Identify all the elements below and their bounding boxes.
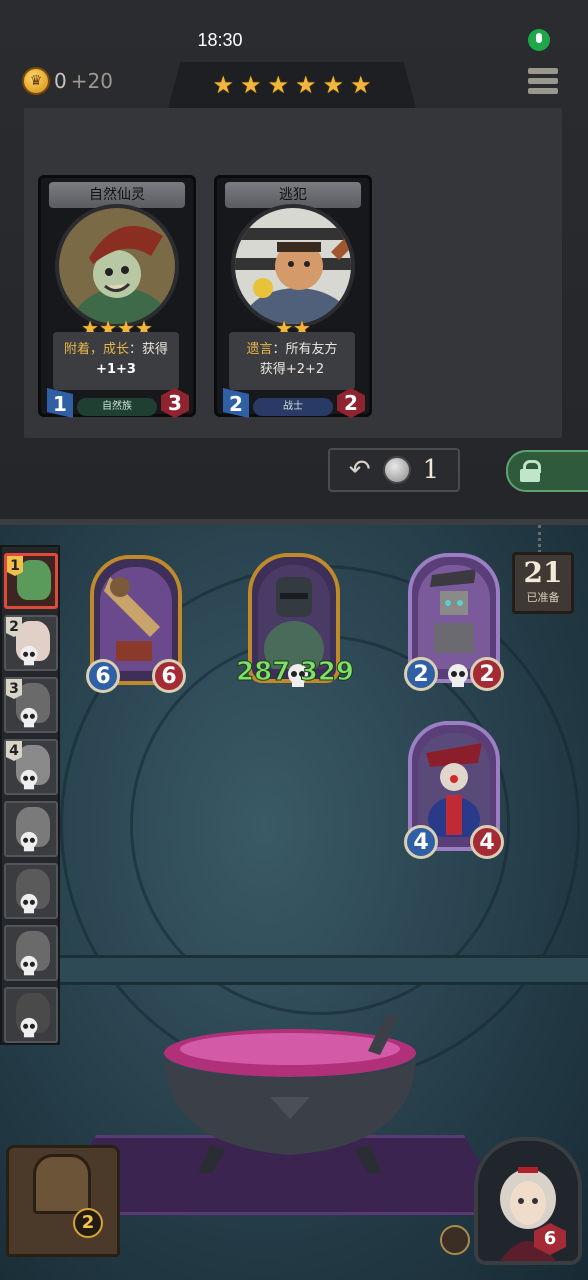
minion-art-clown	[418, 733, 490, 837]
skull-icon	[20, 831, 38, 852]
lineup-slot[interactable]: 2	[4, 615, 58, 671]
card-portrait-fugitive	[231, 204, 355, 328]
battle-board: 1 2 3 4 6 6 287 329 2 2 4 4 21 已准备 2 6	[0, 525, 588, 1280]
lineup-slot[interactable]	[4, 925, 58, 981]
skull-icon	[20, 955, 38, 976]
wall-ledge	[0, 955, 588, 985]
refresh-button[interactable]: ↶ 1	[328, 448, 460, 492]
skull-icon	[20, 893, 38, 914]
board-minion-2[interactable]: 287 329	[235, 553, 355, 688]
menu-icon[interactable]	[528, 68, 558, 96]
skull-icon	[20, 769, 38, 790]
shop-panel: 18:30 ♛ 0 +20 ★ ★ ★ ★ ★ ★ 自然仙灵 ★★★★ 附着，成长：获得 …	[0, 0, 588, 525]
skull-icon	[448, 664, 468, 687]
silver-coin-icon	[382, 456, 411, 484]
minion-art-knight	[258, 565, 330, 669]
card-health: 3	[161, 388, 189, 418]
shop-card-fugitive[interactable]: 逃犯 ★★ 遗言：所有友方 获得+2+2 战士 2 2	[214, 175, 372, 418]
board-minion-1[interactable]: 6 6	[86, 555, 186, 693]
gold-counter: ♛ 0 +20	[22, 66, 113, 96]
card-description: 遗言：所有友方 获得+2+2	[229, 332, 355, 390]
discard-count: 2	[73, 1208, 103, 1238]
lineup-slot[interactable]: 3	[4, 677, 58, 733]
tier-star-icon: ★	[239, 71, 262, 99]
lineup-slot[interactable]: 1	[4, 553, 58, 609]
minion-health: 329	[299, 657, 354, 688]
minion-attack: 287	[235, 657, 291, 688]
minion-lineup-rail: 1 2 3 4	[0, 545, 60, 1045]
gold-crown-icon: ♛	[22, 67, 50, 95]
card-tribe: 自然族	[77, 398, 157, 416]
tier-star-icon: ★	[350, 71, 372, 99]
sign-chain	[538, 525, 546, 553]
lineup-slot-number: 1	[7, 556, 23, 576]
refresh-icon: ↶	[348, 455, 371, 485]
lineup-slot-number: 4	[6, 741, 22, 761]
skull-icon	[20, 645, 38, 666]
refresh-cost: 1	[422, 455, 440, 485]
cauldron	[164, 1015, 416, 1173]
card-health: 2	[337, 388, 365, 418]
lineup-slot[interactable]: 4	[4, 739, 58, 795]
skull-icon	[20, 1017, 38, 1038]
lineup-slot-number: 2	[6, 617, 22, 637]
tier-star-icon: ★	[267, 71, 289, 99]
status-time: 18:30	[197, 30, 243, 50]
tier-star-icon: ★	[212, 71, 234, 99]
tavern-tier-stars: ★ ★ ★ ★ ★ ★	[168, 62, 416, 108]
minion-attack: 2	[404, 657, 438, 691]
lineup-slot-number: 3	[6, 679, 22, 699]
gold-value: 0	[54, 69, 67, 93]
minion-art-rocket	[100, 567, 172, 671]
minion-health: 6	[152, 659, 186, 693]
minion-art-robot	[418, 565, 490, 669]
card-tribe: 战士	[253, 398, 333, 416]
lock-icon	[520, 460, 541, 482]
ready-players-sign: 21 已准备	[512, 552, 574, 614]
mic-indicator-icon	[528, 29, 550, 51]
shop-card-nature-sprite[interactable]: 自然仙灵 ★★★★ 附着，成长：获得 +1+3 自然族 1 3	[38, 175, 196, 418]
skull-icon	[20, 707, 38, 728]
freeze-shop-button[interactable]	[506, 450, 588, 492]
card-description: 附着，成长：获得 +1+3	[53, 332, 179, 390]
lineup-slot[interactable]	[4, 987, 58, 1043]
discard-chest[interactable]: 2	[6, 1145, 120, 1257]
board-minion-3[interactable]: 2 2	[404, 553, 504, 691]
card-portrait-nature-sprite	[55, 204, 179, 328]
minion-health: 2	[470, 657, 504, 691]
minion-attack: 4	[404, 825, 438, 859]
ready-label: 已准备	[526, 591, 560, 604]
minion-health: 4	[470, 825, 504, 859]
lineup-slot[interactable]	[4, 801, 58, 857]
gold-income: +20	[70, 69, 113, 93]
tier-star-icon: ★	[295, 71, 317, 99]
card-attack: 2	[223, 388, 249, 418]
chest-lid	[33, 1154, 91, 1214]
card-attack: 1	[47, 388, 73, 418]
board-minion-4[interactable]: 4 4	[404, 721, 504, 859]
lineup-slot[interactable]	[4, 863, 58, 919]
tier-star-icon: ★	[322, 71, 345, 99]
minion-attack: 6	[86, 659, 120, 693]
ready-count: 21	[523, 556, 563, 589]
hero-power-badge[interactable]	[440, 1225, 470, 1255]
